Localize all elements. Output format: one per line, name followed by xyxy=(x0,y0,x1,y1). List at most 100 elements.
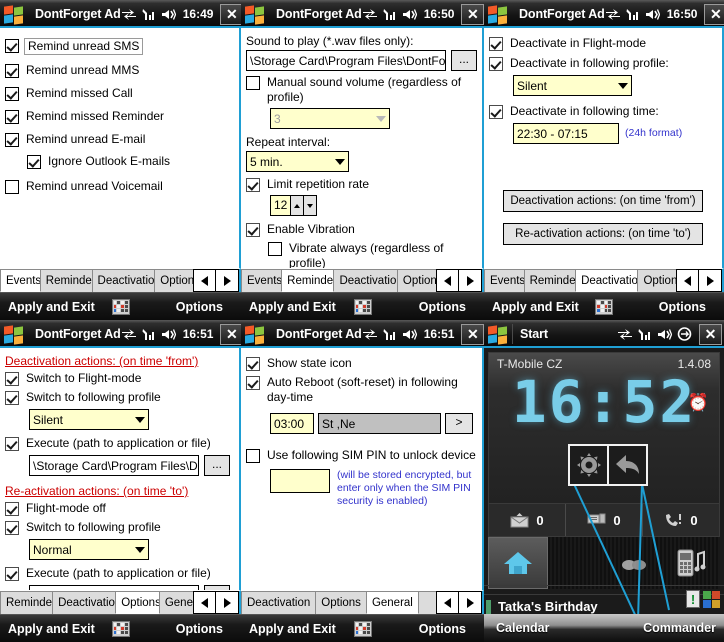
close-button[interactable]: ✕ xyxy=(461,323,484,345)
tab-scroll-right-button[interactable] xyxy=(459,591,482,614)
softkey-right[interactable]: Options xyxy=(419,622,466,636)
option-ignore-outlook-emails[interactable]: Ignore Outlook E-mails xyxy=(27,154,234,169)
softkey-left[interactable]: Apply and Exit xyxy=(249,300,336,314)
option-flight-mode-off[interactable]: Flight-mode off xyxy=(5,501,234,516)
tab-general[interactable]: General xyxy=(365,591,419,614)
checkbox[interactable] xyxy=(5,39,19,53)
option-vibrate-always[interactable]: Vibrate always (regardless of profile) xyxy=(268,241,477,268)
option-show-state-icon[interactable]: Show state icon xyxy=(246,356,477,371)
checkbox[interactable] xyxy=(246,357,260,371)
softkey-right-commander[interactable]: Commander xyxy=(643,621,716,635)
checkbox[interactable] xyxy=(5,110,19,124)
launcher-settings[interactable] xyxy=(548,537,606,589)
checkbox[interactable] xyxy=(246,223,260,237)
repeat-interval-select[interactable]: 5 min. xyxy=(246,151,349,172)
reboot-time-input[interactable]: 03:00 xyxy=(270,413,314,434)
tab-deactivation[interactable]: Deactivation xyxy=(333,269,398,292)
repetition-rate-stepper[interactable]: 12 xyxy=(270,195,318,216)
tab-options[interactable]: Options xyxy=(115,591,160,614)
checkbox[interactable] xyxy=(268,242,282,256)
softkey-left[interactable]: Apply and Exit xyxy=(249,622,336,636)
stepper-down-button[interactable] xyxy=(304,195,318,216)
checkbox[interactable] xyxy=(246,76,260,90)
option-enable-vibration[interactable]: Enable Vibration xyxy=(246,222,477,237)
checkbox[interactable] xyxy=(489,37,503,51)
softkey-left[interactable]: Apply and Exit xyxy=(8,622,95,636)
repetition-rate-value[interactable]: 12 xyxy=(270,195,292,216)
start-menu-label[interactable]: Start xyxy=(520,327,548,341)
tab-reminder[interactable]: Reminder xyxy=(39,269,93,292)
tab-reminder[interactable]: Reminder xyxy=(0,591,54,614)
counter-missed-calls[interactable]: 0 xyxy=(643,504,719,536)
checkbox[interactable] xyxy=(5,391,19,405)
deactivation-time-range-input[interactable]: 22:30 - 07:15 xyxy=(513,123,619,144)
launcher-phone-music[interactable] xyxy=(663,537,721,589)
softkey-right[interactable]: Options xyxy=(176,622,223,636)
checkbox[interactable] xyxy=(27,155,41,169)
deact-browse-button[interactable]: ... xyxy=(204,455,230,476)
option-deactivate-in-profile[interactable]: Deactivate in following profile: xyxy=(489,56,717,71)
deact-execute-path-input[interactable]: \Storage Card\Program Files\Do xyxy=(29,455,199,476)
close-button[interactable]: ✕ xyxy=(220,3,241,25)
checkbox[interactable] xyxy=(489,105,503,119)
tab-scroll-left-button[interactable] xyxy=(436,591,459,614)
reboot-days-picker-button[interactable]: > xyxy=(445,413,473,434)
close-button[interactable]: ✕ xyxy=(461,3,484,25)
close-button[interactable]: ✕ xyxy=(220,323,241,345)
apps-grid-icon[interactable] xyxy=(703,591,720,608)
reactivation-actions-button[interactable]: Re-activation actions: (on time 'to') xyxy=(503,223,703,245)
launcher-home[interactable] xyxy=(488,537,548,589)
tab-scroll-left-button[interactable] xyxy=(676,269,699,292)
launcher-contacts[interactable] xyxy=(605,537,663,589)
tab-scroll-right-button[interactable] xyxy=(216,591,239,614)
checkbox[interactable] xyxy=(5,87,19,101)
option-deact-switch-profile[interactable]: Switch to following profile xyxy=(5,390,234,405)
softkey-left-calendar[interactable]: Calendar xyxy=(496,621,550,635)
checkbox[interactable] xyxy=(5,521,19,535)
counter-messages[interactable]: 0 xyxy=(566,504,643,536)
tab-scroll-right-button[interactable] xyxy=(216,269,239,292)
softkey-left[interactable]: Apply and Exit xyxy=(492,300,579,314)
sound-path-input[interactable]: \Storage Card\Program Files\DontFor xyxy=(246,50,446,71)
option-deactivate-flight-mode[interactable]: Deactivate in Flight-mode xyxy=(489,36,717,51)
option-use-sim-pin[interactable]: Use following SIM PIN to unlock device xyxy=(246,448,477,463)
checkbox[interactable] xyxy=(5,180,19,194)
checkbox[interactable] xyxy=(5,437,19,451)
option-deactivate-in-time[interactable]: Deactivate in following time: xyxy=(489,104,717,119)
tab-options[interactable]: Option xyxy=(154,269,194,292)
option-auto-reboot[interactable]: Auto Reboot (soft-reset) in following da… xyxy=(246,375,477,405)
deactivation-actions-button[interactable]: Deactivation actions: (on time 'from') xyxy=(503,190,703,212)
tab-options[interactable]: Option xyxy=(637,269,677,292)
option-remind-unread-voicemail[interactable]: Remind unread Voicemail xyxy=(5,179,234,194)
keyboard-icon[interactable] xyxy=(595,298,613,315)
callout-settings[interactable] xyxy=(570,446,607,484)
checkbox[interactable] xyxy=(246,449,260,463)
tab-options[interactable]: Options xyxy=(315,591,367,614)
keyboard-icon[interactable] xyxy=(353,298,372,315)
keyboard-icon[interactable] xyxy=(353,620,372,637)
tab-deactivation[interactable]: Deactivation xyxy=(241,591,317,614)
tab-events[interactable]: Events xyxy=(484,269,525,292)
option-remind-unread-email[interactable]: Remind unread E-mail xyxy=(5,132,234,147)
softkey-right[interactable]: Options xyxy=(659,300,706,314)
option-limit-repetition-rate[interactable]: Limit repetition rate xyxy=(246,177,477,192)
option-remind-missed-reminder[interactable]: Remind missed Reminder xyxy=(5,109,234,124)
tab-scroll-left-button[interactable] xyxy=(193,269,216,292)
counter-email[interactable]: 0 xyxy=(489,504,566,536)
tab-scroll-left-button[interactable] xyxy=(436,269,459,292)
tab-scroll-right-button[interactable] xyxy=(699,269,722,292)
tab-scroll-right-button[interactable] xyxy=(459,269,482,292)
softkey-right[interactable]: Options xyxy=(419,300,466,314)
checkbox[interactable] xyxy=(5,64,19,78)
checkbox[interactable] xyxy=(246,178,260,192)
tab-deactivation[interactable]: Deactivation xyxy=(91,269,156,292)
option-remind-unread-sms[interactable]: Remind unread SMS xyxy=(5,38,234,55)
callout-back[interactable] xyxy=(607,446,646,484)
option-remind-missed-call[interactable]: Remind missed Call xyxy=(5,86,234,101)
tab-deactivation[interactable]: Deactivation xyxy=(52,591,117,614)
browse-sound-button[interactable]: ... xyxy=(451,50,477,71)
tab-options[interactable]: Option xyxy=(396,269,437,292)
close-button[interactable]: ✕ xyxy=(704,3,724,25)
option-manual-sound-volume[interactable]: Manual sound volume (regardless of profi… xyxy=(246,75,477,105)
option-switch-to-flight-mode[interactable]: Switch to Flight-mode xyxy=(5,371,234,386)
